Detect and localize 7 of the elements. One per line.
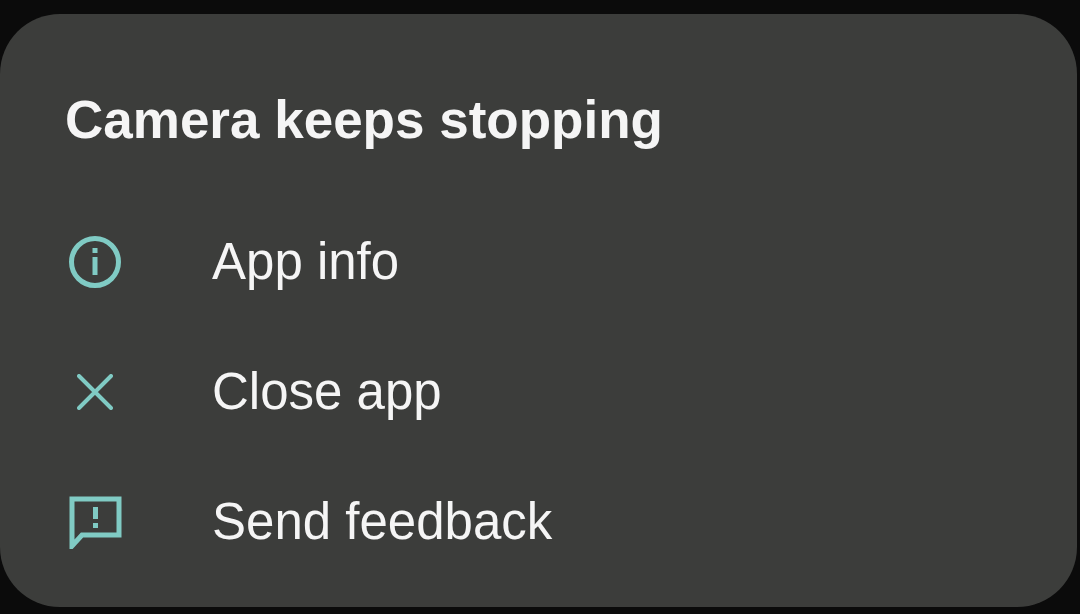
close-icon: [77, 374, 113, 410]
feedback-icon: [68, 495, 122, 549]
menu-item[interactable]: App info: [0, 197, 1077, 327]
info-icon: [68, 235, 122, 289]
dialog-title: Camera keeps stopping: [65, 89, 663, 151]
menu-item[interactable]: Send feedback: [0, 457, 1077, 587]
menu-item[interactable]: Close app: [0, 327, 1077, 457]
